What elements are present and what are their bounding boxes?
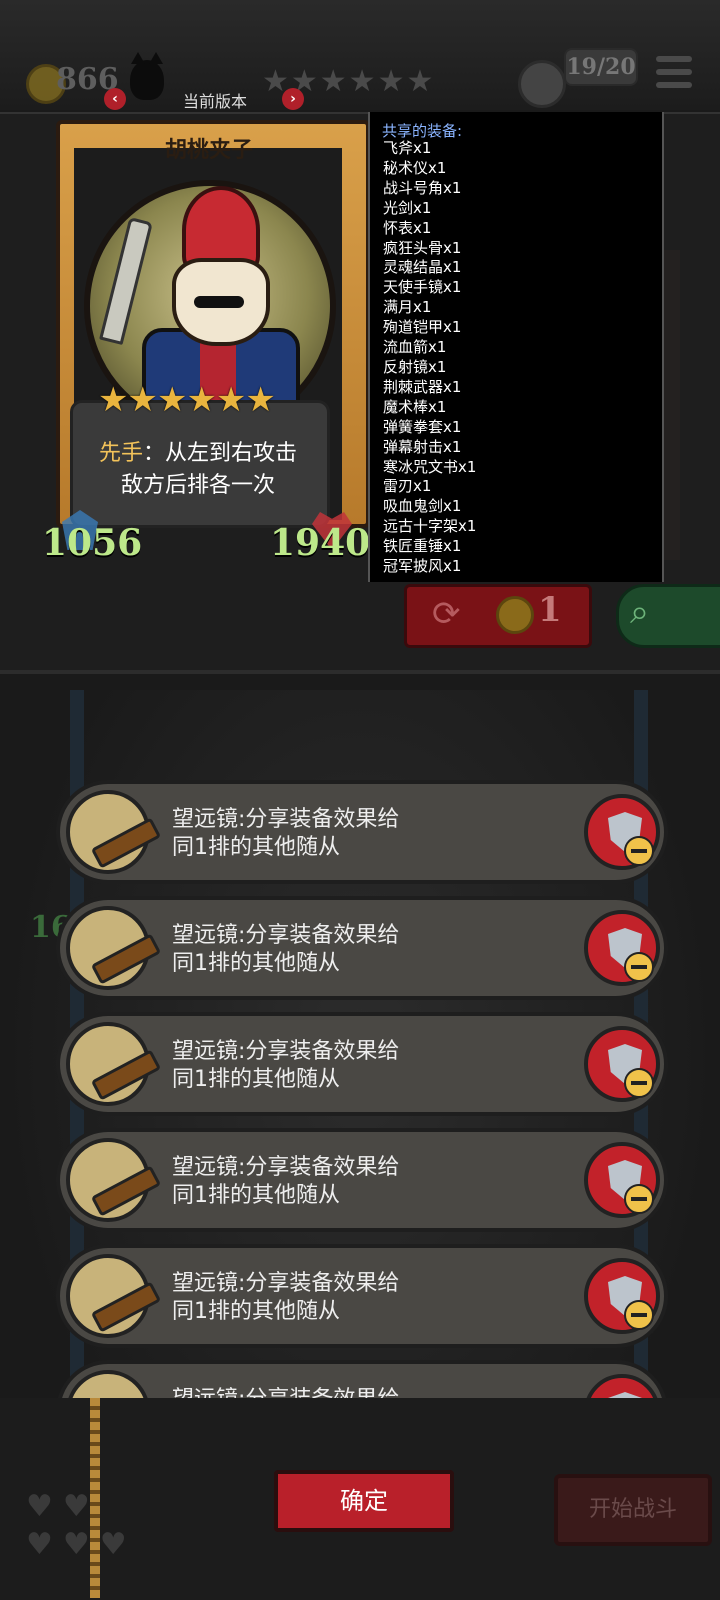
equipment-description: 望远镜:分享装备效果给同1排的其他随从 [172,806,472,862]
equipment-desc-line1: 望远镜:分享装备效果给 [172,1271,400,1296]
equipment-item: 铁匠重锤x1 [383,537,462,556]
shared-equipment-list: 飞斧x1 秘术仪x1 战斗号角x1 光剑x1 怀表x1 疯狂头骨x1 灵魂结晶x… [383,139,476,577]
unequip-button[interactable] [584,1258,660,1334]
equipment-item: 冠军披风x1 [383,557,462,576]
refresh-cost: 1 [538,590,562,630]
equipment-item: 天使手镜x1 [383,278,462,297]
telescope-icon [66,1022,162,1106]
equipment-desc-line2: 同1排的其他随从 [172,1299,340,1324]
unit-card[interactable]: 胡桃夹子 ★★★★★★ 先手：从左到右攻击 敌方后排各一次 1056 1940 [22,118,370,572]
coin-icon [496,596,534,634]
equipment-item: 弹簧拳套x1 [383,417,462,436]
equipment-item: 雷刃x1 [383,477,432,496]
search-icon: ⌕ [630,592,650,632]
equipment-description: 望远镜:分享装备效果给同1排的其他随从 [172,922,472,978]
equipment-description: 望远镜:分享装备效果给同1排的其他随从 [172,1038,472,1094]
ability-text: ：从左到右攻击 [143,441,298,466]
equipment-desc-line1: 望远镜:分享装备效果给 [172,807,400,832]
minus-icon [624,1300,654,1330]
telescope-icon [66,1138,162,1222]
equipment-item: 寒冰咒文书x1 [383,457,477,476]
equipment-row[interactable]: 望远镜:分享装备效果给同1排的其他随从 [56,1128,668,1232]
ability-keyword: 先手 [98,441,143,466]
prev-version-button[interactable]: ‹ [104,88,126,110]
start-battle-button[interactable]: 开始战斗 [554,1474,712,1546]
equipment-row[interactable]: 望远镜:分享装备效果给同1排的其他随从 [56,780,668,884]
equipment-item: 疯狂头骨x1 [383,238,462,257]
menu-icon[interactable] [656,56,692,95]
equipment-desc-line2: 同1排的其他随从 [172,1183,340,1208]
equipment-item: 远古十字架x1 [383,517,477,536]
unit-count-badge: 19/20 [564,48,638,86]
telescope-icon [66,906,162,990]
equipment-desc-line2: 同1排的其他随从 [172,1067,340,1092]
equipment-description: 望远镜:分享装备效果给同1排的其他随从 [172,1154,472,1210]
next-version-button[interactable]: › [282,88,304,110]
equipment-item: 战斗号角x1 [383,178,462,197]
equipment-desc-line1: 望远镜:分享装备效果给 [172,923,400,948]
life-hearts: ♥♥ ♥♥♥ [26,1489,137,1562]
equipment-item: 流血箭x1 [383,338,447,357]
equipment-desc-line1: 望远镜:分享装备效果给 [172,1039,400,1064]
version-label: 当前版本 [182,92,247,111]
equipment-row[interactable]: 望远镜:分享装备效果给同1排的其他随从 [56,1012,668,1116]
equipment-item: 殉道铠甲x1 [383,318,462,337]
equipment-item: 荆棘武器x1 [383,377,462,396]
equipment-item: 灵魂结晶x1 [383,258,462,277]
minus-icon [624,1068,654,1098]
equipment-item: 怀表x1 [383,218,432,237]
equipment-item: 魔术棒x1 [383,397,447,416]
attack-value: 1056 [42,522,143,564]
equipment-desc-line1: 望远镜:分享装备效果给 [172,1155,400,1180]
ability-description: 先手：从左到右攻击 敌方后排各一次 [78,438,318,502]
confirm-button[interactable]: 确定 [274,1470,454,1532]
equipment-item: 秘术仪x1 [383,158,447,177]
minus-icon [624,952,654,982]
health-value: 1940 [270,522,371,564]
equipment-item: 飞斧x1 [383,139,432,157]
equipment-item: 反射镜x1 [383,357,447,376]
equipment-desc-line2: 同1排的其他随从 [172,835,340,860]
unit-name: 胡桃夹子 [164,138,253,163]
equipment-item: 光剑x1 [383,198,432,217]
unequip-button[interactable] [584,1142,660,1218]
minus-icon [624,836,654,866]
equipment-description: 望远镜:分享装备效果给同1排的其他随从 [172,1270,472,1326]
ability-text-line2: 敌方后排各一次 [120,473,275,498]
telescope-icon [66,1254,162,1338]
shared-equipment-header: 共享的装备: [382,122,463,140]
equipment-row[interactable]: 望远镜:分享装备效果给同1排的其他随从 [56,896,668,1000]
unequip-button[interactable] [584,794,660,870]
avatar[interactable] [518,60,566,108]
equipment-row[interactable]: 望远镜:分享装备效果给同1排的其他随从 [56,1244,668,1348]
equipment-desc-line2: 同1排的其他随从 [172,951,340,976]
unequip-button[interactable] [584,1026,660,1102]
minus-icon [624,1184,654,1214]
refresh-icon: ⟳ [432,594,461,634]
unequip-button[interactable] [584,910,660,986]
unit-stars: ★★★★★★ [98,380,276,420]
equipment-item: 吸血鬼剑x1 [383,497,462,516]
equipment-item: 满月x1 [383,298,432,317]
equipment-item: 弹幕射击x1 [383,437,462,456]
telescope-icon [66,790,162,874]
nutcracker-mustache [194,296,244,308]
